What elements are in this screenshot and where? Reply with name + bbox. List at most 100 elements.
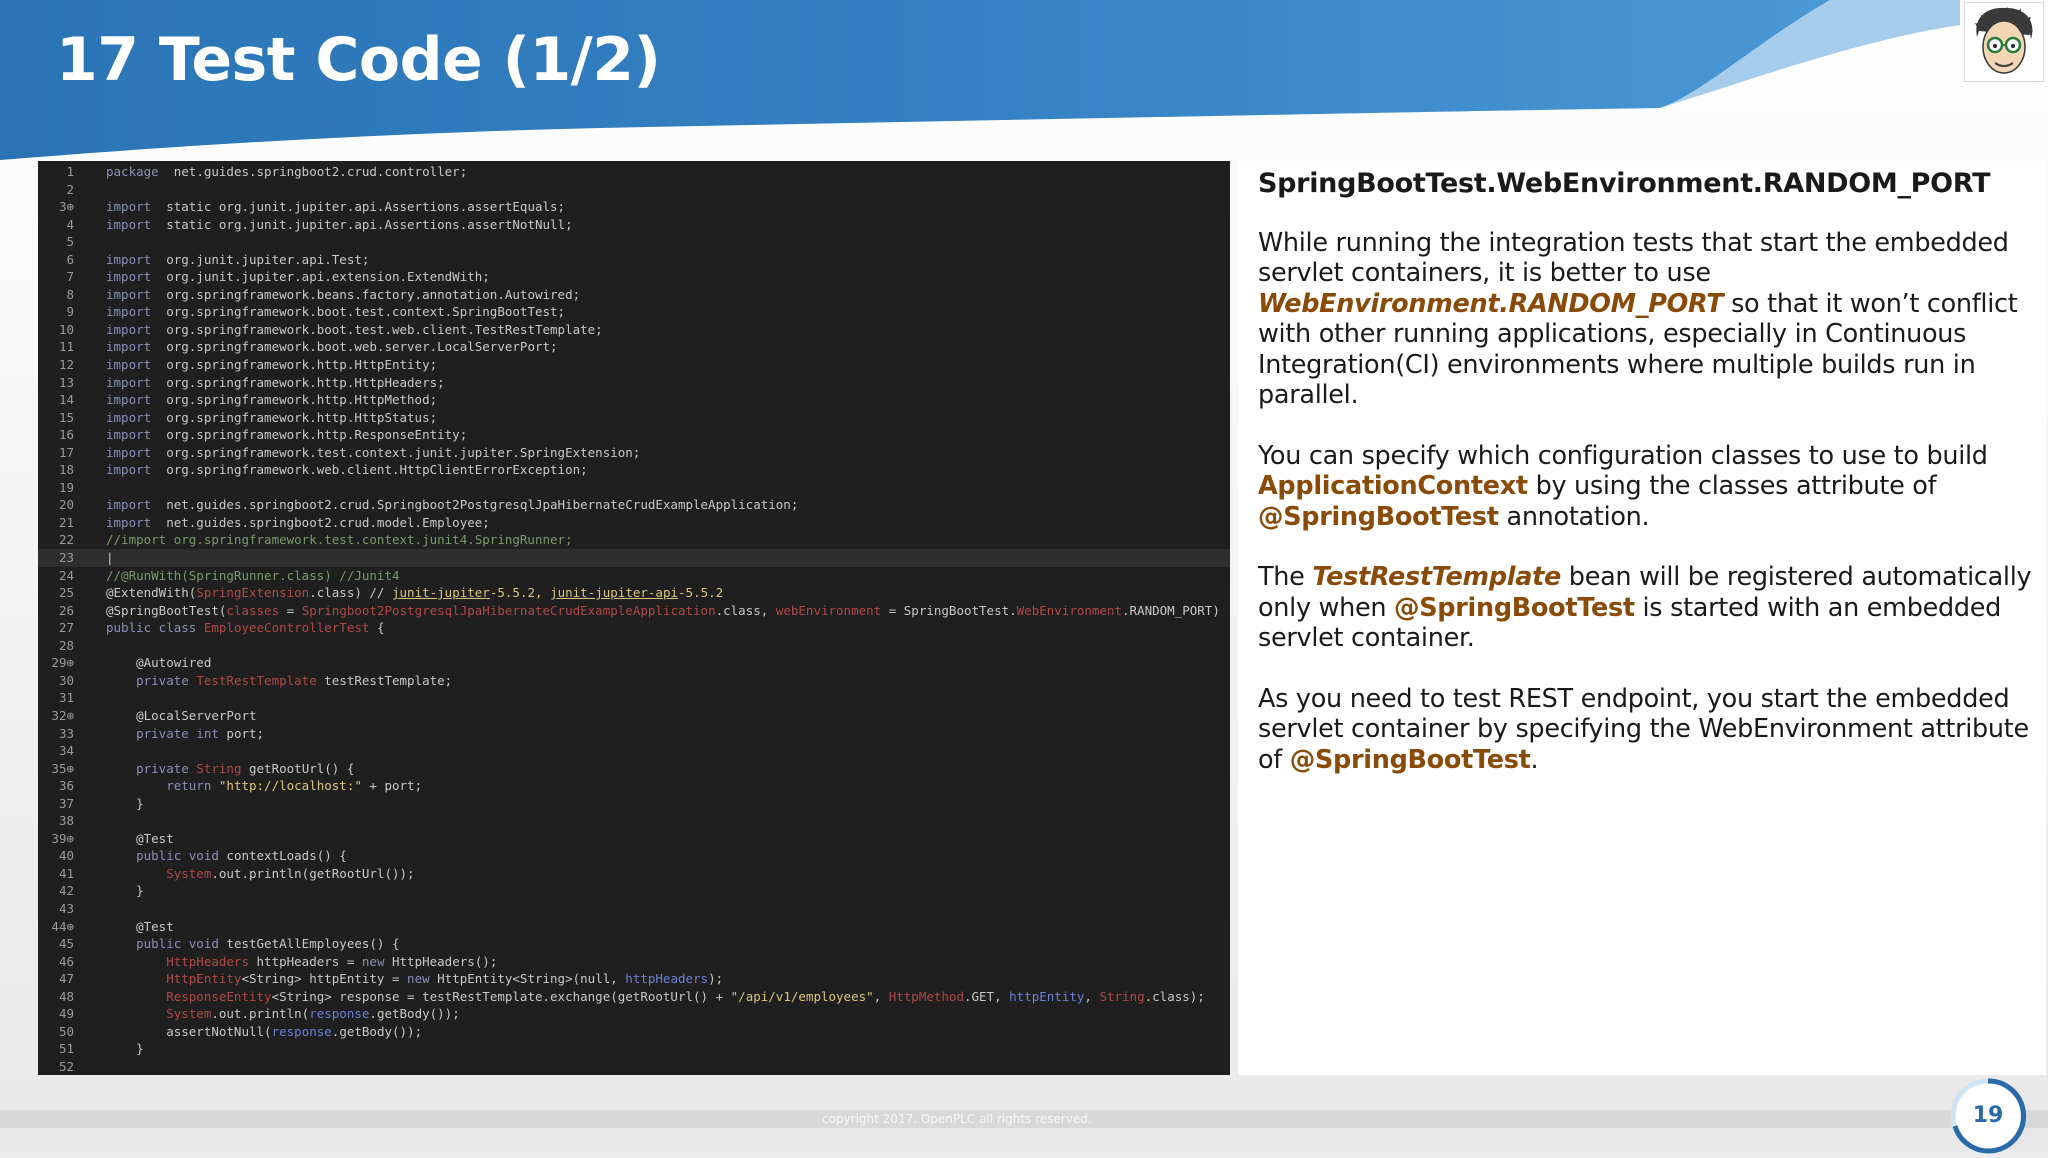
code-line: 33 private int port; xyxy=(38,725,1230,743)
code-token: //import org.springframework.test.contex… xyxy=(106,532,573,548)
code-token: } xyxy=(106,883,144,899)
line-number: 46 xyxy=(58,953,74,969)
code-token: //@RunWith(SpringRunner.class) //Junit4 xyxy=(106,567,400,583)
code-token: response xyxy=(271,1023,332,1039)
line-number: 9 xyxy=(66,304,74,320)
code-token: = SpringBootTest. xyxy=(881,602,1017,618)
code-line: 48 ResponseEntity<String> response = tes… xyxy=(38,988,1230,1006)
line-number: 43 xyxy=(58,900,74,916)
line-number: 12 xyxy=(58,357,74,373)
code-token: Springboot2PostgresqlJpaHibernateCrudExa… xyxy=(301,602,716,618)
line-number: 39⊕ xyxy=(51,830,74,846)
line-number: 50 xyxy=(58,1023,74,1039)
code-line: 29⊕ @Autowired xyxy=(38,654,1230,672)
code-token: HttpMethod xyxy=(888,988,964,1004)
code-line: 26 @SpringBootTest(classes = Springboot2P… xyxy=(38,602,1230,620)
code-line: 37 } xyxy=(38,795,1230,813)
code-token: import xyxy=(106,286,152,302)
code-token: -5.5.2, xyxy=(489,585,551,601)
code-token: -5.5.2 xyxy=(678,585,724,601)
code-token: HttpHeaders xyxy=(106,953,249,969)
page-number: 19 xyxy=(1972,1103,2004,1128)
code-token: static org.junit.jupiter.api.Assertions.… xyxy=(151,199,566,215)
code-line: 3⊕ import static org.junit.jupiter.api.As… xyxy=(38,198,1230,216)
code-token: public void xyxy=(106,848,219,864)
line-number: 52 xyxy=(58,1058,74,1074)
paragraph-text: SpringBootTest.WebEnvironment.RANDOM_POR… xyxy=(1258,168,1991,199)
code-token: classes xyxy=(226,602,280,618)
code-token: private xyxy=(106,672,189,688)
code-token: testRestTemplate; xyxy=(316,672,453,688)
code-token: org.junit.jupiter.api.Test; xyxy=(151,251,370,267)
code-token: net.guides.springboot2.crud.model.Employ… xyxy=(151,514,490,530)
code-token: @SpringBootTest( xyxy=(106,602,227,618)
line-number: 16 xyxy=(58,427,74,443)
code-token: httpEntity xyxy=(1009,988,1085,1004)
code-token: import xyxy=(106,409,152,425)
code-line: 9 import org.springframework.boot.test.co… xyxy=(38,303,1230,321)
highlighted-term: TestRestTemplate xyxy=(1312,562,1561,592)
code-line: 47 HttpEntity<String> httpEntity = new H… xyxy=(38,970,1230,988)
line-number: 33 xyxy=(58,725,74,741)
line-number: 36 xyxy=(58,778,74,794)
line-number: 49 xyxy=(58,1006,74,1022)
code-token: httpHeaders = xyxy=(249,953,362,969)
line-number: 2 xyxy=(66,181,74,197)
code-line: 40 public void contextLoads() { xyxy=(38,847,1230,865)
code-token: } xyxy=(106,795,144,811)
code-token: , xyxy=(873,988,889,1004)
code-token: org.springframework.http.ResponseEntity; xyxy=(151,427,468,443)
line-number: 14 xyxy=(58,392,74,408)
code-token: = xyxy=(279,602,302,618)
code-token: String xyxy=(196,760,242,776)
line-number: 27 xyxy=(58,620,74,636)
code-line: 41 System.out.println(getRootUrl()); xyxy=(38,865,1230,883)
paragraph-text: You can specify which configuration clas… xyxy=(1258,440,1988,471)
line-number: 25 xyxy=(58,585,74,601)
code-token: HttpHeaders(); xyxy=(384,953,498,969)
code-token: import xyxy=(106,444,152,460)
paragraph-text: . xyxy=(1530,744,1539,775)
code-line: 28 xyxy=(38,637,1230,655)
code-token: <String> httpEntity = xyxy=(241,971,408,987)
line-number: 4 xyxy=(66,216,74,232)
code-token: ResponseEntity xyxy=(106,988,272,1004)
code-token: .out.println(getRootUrl()); xyxy=(211,865,415,881)
line-number: 31 xyxy=(58,690,74,706)
code-token: import xyxy=(106,339,152,355)
code-token: , xyxy=(1084,988,1100,1004)
code-token: @ExtendWith( xyxy=(106,585,197,601)
line-number: 1 xyxy=(66,164,74,179)
highlighted-term: @SpringBootTest xyxy=(1289,744,1531,775)
code-token: import xyxy=(106,427,152,443)
code-line: 23 | xyxy=(38,549,1230,567)
code-token: new xyxy=(361,953,385,969)
code-line: 2 xyxy=(38,181,1230,199)
code-line: 36 return "http://localhost:" + port; xyxy=(38,777,1230,795)
line-number: 20 xyxy=(58,497,74,513)
code-token: org.springframework.http.HttpEntity; xyxy=(151,357,438,373)
code-token: contextLoads() { xyxy=(218,848,347,864)
code-line: 30 private TestRestTemplate testRestTemp… xyxy=(38,672,1230,690)
slide-title: 17 Test Code (1/2) xyxy=(56,25,661,95)
description-paragraph: As you need to test REST endpoint, you s… xyxy=(1258,684,2046,776)
code-token: import xyxy=(106,357,152,373)
code-token: WebEnvironment xyxy=(1016,602,1123,618)
code-token: import xyxy=(106,251,152,267)
code-token: } xyxy=(106,1041,144,1057)
paragraph-text: While running the integration tests that… xyxy=(1258,227,2009,289)
code-line: 49 System.out.println(response.getBody()… xyxy=(38,1005,1230,1023)
line-number: 6 xyxy=(66,251,74,267)
code-token: getRootUrl() { xyxy=(241,760,355,776)
code-line: 4 import static org.junit.jupiter.api.Ass… xyxy=(38,216,1230,234)
code-token: @LocalServerPort xyxy=(106,707,257,723)
code-token: import xyxy=(106,304,152,320)
code-token: .class) // xyxy=(309,585,392,601)
code-line: 43 xyxy=(38,900,1230,918)
code-line: 12 import org.springframework.http.HttpEn… xyxy=(38,356,1230,374)
code-line: 51 } xyxy=(38,1040,1230,1058)
code-token: .getBody()); xyxy=(331,1023,423,1039)
line-number: 28 xyxy=(58,637,74,653)
code-line: 7 import org.junit.jupiter.api.extension.… xyxy=(38,268,1230,286)
